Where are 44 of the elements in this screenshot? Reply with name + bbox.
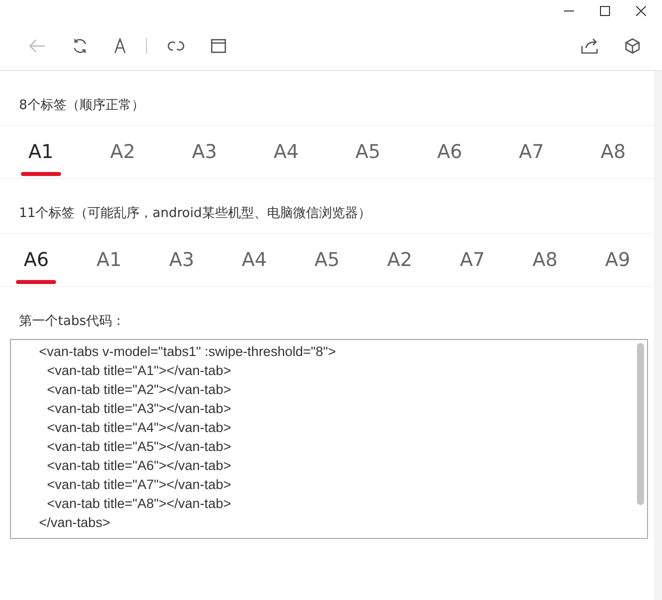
tab[interactable]: A4 — [218, 234, 291, 286]
tab[interactable]: A3 — [164, 126, 246, 178]
section-label: 8个标签（顺序正常） — [18, 97, 146, 115]
tab[interactable]: A2 — [82, 126, 164, 178]
tab[interactable]: A2 — [363, 234, 436, 286]
tab[interactable]: A5 — [290, 234, 364, 286]
code-line: <van-tabs v-model="tabs1" :swipe-threshold="8"> — [38, 343, 337, 361]
tab[interactable]: A7 — [436, 234, 509, 286]
code-line: <van-tab title="A1"></van-tab> — [46, 362, 232, 380]
font-icon[interactable] — [114, 38, 126, 54]
code-line: <van-tab title="A4"></van-tab> — [46, 419, 232, 437]
code-line: <van-tab title="A2"></van-tab> — [46, 381, 232, 399]
tab[interactable]: A7 — [490, 126, 572, 178]
tab[interactable]: A1 — [0, 126, 82, 178]
active-tab-underline — [20, 172, 61, 176]
tab[interactable]: A6 — [0, 234, 73, 286]
code-line: <van-tab title="A6"></van-tab> — [46, 457, 232, 475]
tab[interactable]: A8 — [508, 234, 582, 286]
code-line: <van-tab title="A7"></van-tab> — [46, 476, 232, 494]
share-icon[interactable] — [581, 38, 599, 54]
code-line: <van-tab title="A3"></van-tab> — [46, 400, 232, 418]
code-line: <van-tab title="A8"></van-tab> — [46, 495, 232, 513]
code-line: <van-tab title="A5"></van-tab> — [46, 438, 232, 456]
code-line: </van-tabs> — [38, 514, 112, 532]
section-label: 第一个tabs代码： — [18, 313, 126, 331]
tab[interactable]: A3 — [145, 234, 218, 286]
tab[interactable]: A8 — [572, 126, 654, 178]
window-icon[interactable] — [211, 39, 226, 53]
cube-icon[interactable] — [625, 38, 640, 54]
code-text-area[interactable] — [10, 339, 648, 539]
link-icon[interactable] — [167, 40, 185, 52]
page-scrollbar[interactable] — [654, 71, 662, 600]
tab[interactable]: A9 — [581, 234, 654, 286]
minimize-icon[interactable] — [564, 10, 574, 12]
refresh-icon[interactable] — [72, 38, 88, 54]
scrollbar-thumb[interactable] — [637, 343, 644, 505]
tab[interactable]: A5 — [327, 126, 409, 178]
tab[interactable]: A1 — [72, 234, 146, 286]
section-label: 11个标签（可能乱序，android某些机型、电脑微信浏览器） — [18, 205, 372, 223]
close-icon[interactable] — [636, 6, 646, 16]
active-tab-underline — [16, 280, 56, 284]
tab[interactable]: A4 — [245, 126, 327, 178]
tab[interactable]: A6 — [408, 126, 490, 178]
maximize-icon[interactable] — [600, 6, 610, 16]
